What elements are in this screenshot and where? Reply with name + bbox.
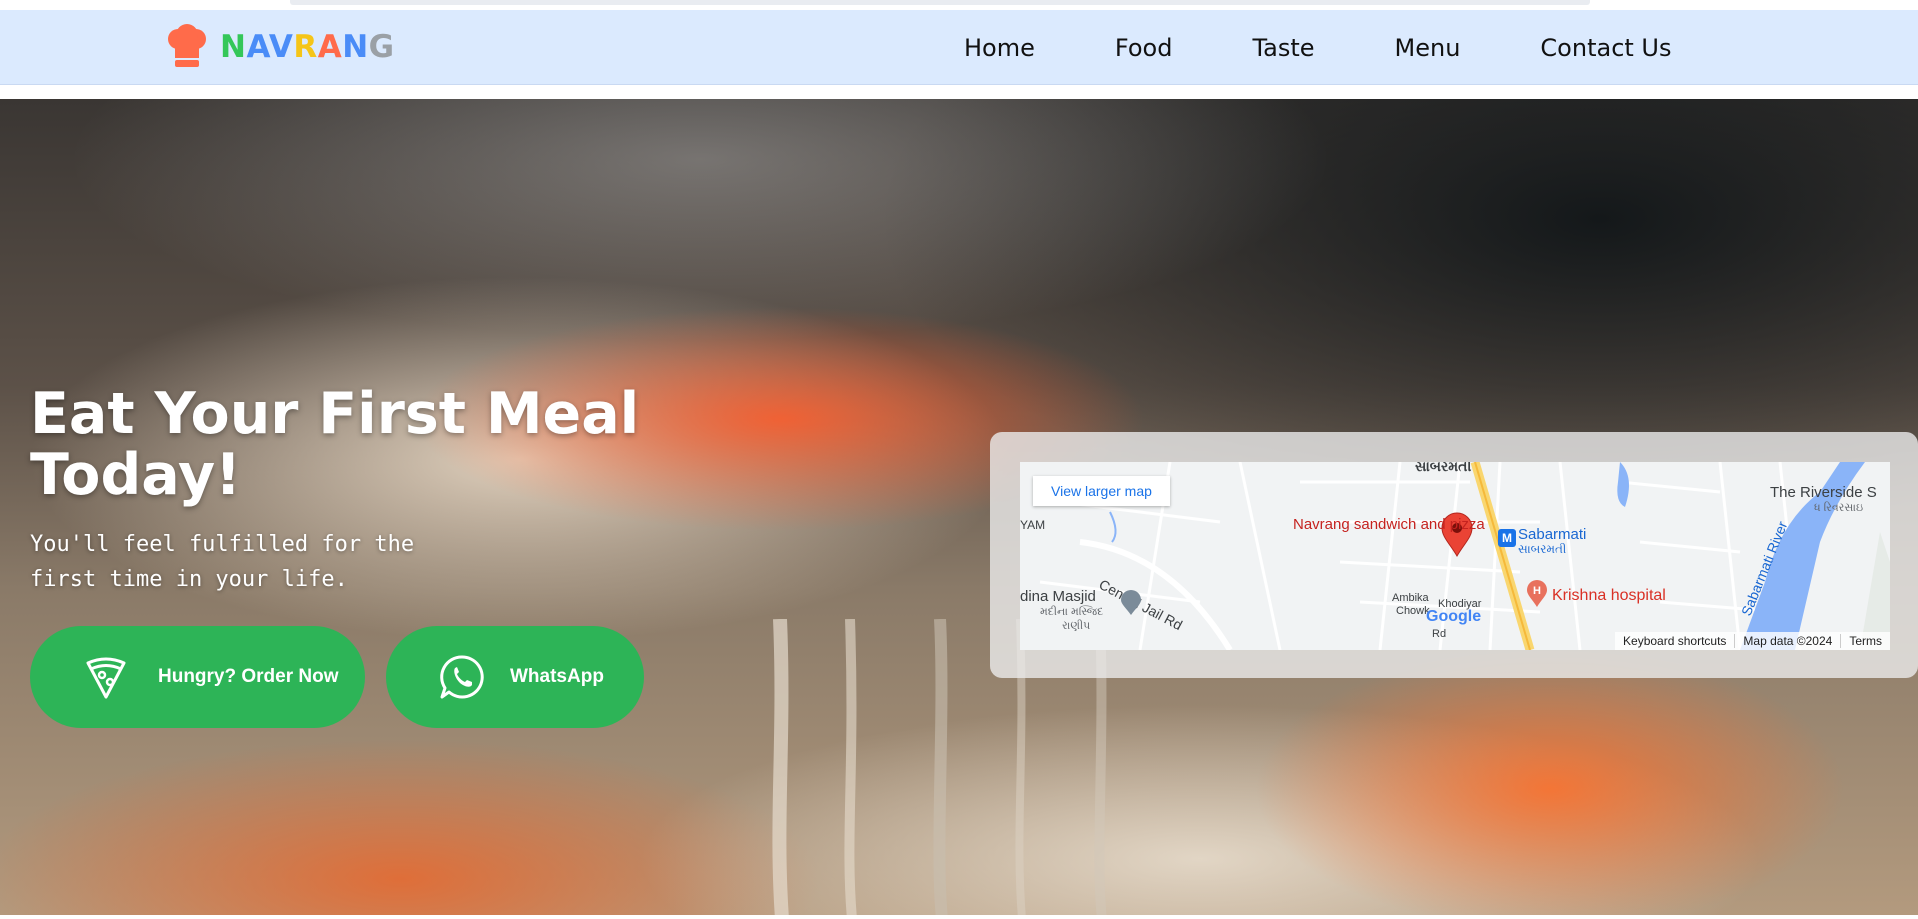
terms-link[interactable]: Terms — [1840, 634, 1890, 648]
nav-gap — [0, 85, 1918, 99]
brand[interactable]: NAVRANG — [164, 22, 395, 72]
hero-subtitle: You'll feel fulfilled for the first time… — [30, 532, 415, 592]
view-larger-map-link[interactable]: View larger map — [1033, 476, 1170, 506]
whatsapp-icon — [440, 655, 484, 699]
brand-letter: G — [368, 29, 395, 65]
brand-letter: A — [246, 29, 269, 65]
google-logo: Google — [1426, 608, 1482, 625]
brand-letter: N — [342, 29, 369, 65]
mosque-pin-icon — [1121, 590, 1141, 615]
top-scroll-track — [290, 0, 1590, 5]
map-data-attribution: Map data ©2024 — [1734, 634, 1840, 648]
hero-title: Eat Your First Meal Today! — [30, 381, 640, 508]
map-footer: Keyboard shortcuts Map data ©2024 Terms — [1615, 632, 1890, 650]
brand-letter: R — [293, 29, 318, 65]
nav-menu[interactable]: Menu — [1395, 34, 1461, 62]
rd-label: Rd — [1432, 628, 1447, 640]
ambika-label: Ambika — [1392, 592, 1429, 604]
order-now-label: Hungry? Order Now — [158, 666, 339, 687]
sabarmati-gujarati-label: સાબરમતી — [1518, 542, 1567, 556]
yam-label: YAM — [1020, 518, 1046, 532]
riverside-label: The Riverside S — [1770, 484, 1877, 501]
nav-home[interactable]: Home — [964, 34, 1035, 62]
brand-letter: A — [317, 29, 343, 65]
top-gujarati-label: સાબરમતી — [1415, 462, 1472, 474]
nav-contact-us[interactable]: Contact Us — [1540, 34, 1671, 62]
keyboard-shortcuts-link[interactable]: Keyboard shortcuts — [1615, 634, 1734, 648]
ranip-gujarati-label: રાણીપ — [1062, 620, 1091, 632]
order-now-button[interactable]: Hungry? Order Now — [30, 626, 365, 728]
brand-letter: V — [268, 29, 294, 65]
metro-badge: M — [1498, 529, 1516, 547]
sabarmati-label: Sabarmati — [1518, 526, 1587, 543]
krishna-hospital-label: Krishna hospital — [1552, 587, 1666, 604]
embedded-map[interactable]: View larger map Navrang sandwich and piz… — [1020, 462, 1890, 650]
pizza-slice-icon — [86, 657, 126, 699]
whatsapp-button[interactable]: WhatsApp — [386, 626, 644, 728]
madina-masjid-label: dina Masjid — [1020, 588, 1096, 605]
chef-hat-icon — [168, 24, 206, 67]
whatsapp-label: WhatsApp — [510, 666, 604, 687]
nav-food[interactable]: Food — [1115, 34, 1173, 62]
brand-letter: N — [220, 29, 247, 65]
browser-top-strip — [0, 0, 1918, 10]
map-panel: View larger map Navrang sandwich and piz… — [990, 432, 1918, 678]
main-nav: Home Food Taste Menu Contact Us — [964, 10, 1672, 85]
chowk-label: Chowk — [1396, 605, 1430, 617]
svg-text:H: H — [1533, 585, 1541, 597]
hero-section: Eat Your First Meal Today! You'll feel f… — [0, 99, 1918, 915]
place-name-label[interactable]: Navrang sandwich and pizza — [1293, 516, 1485, 533]
nav-taste[interactable]: Taste — [1252, 34, 1314, 62]
riverside-gujarati-label: ધ રિવરસાઇ — [1814, 502, 1864, 514]
brand-name: NAVRANG — [220, 29, 395, 65]
madina-gujarati-label: મદીના મસ્જિદ — [1040, 606, 1104, 618]
place-name-text: Navrang sandwich and pizza — [1293, 516, 1485, 533]
navbar: NAVRANG Home Food Taste Menu Contact Us — [0, 10, 1918, 85]
hospital-pin-icon: H — [1527, 580, 1547, 607]
